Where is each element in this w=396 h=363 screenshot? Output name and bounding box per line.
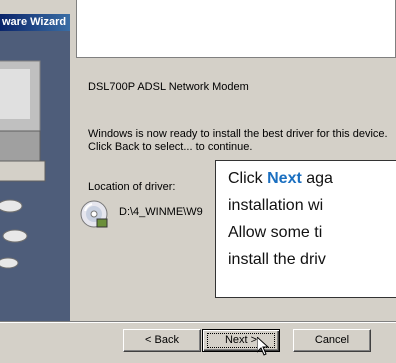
callout-line-2: installation wi — [228, 197, 324, 214]
ready-message: Windows is now ready to install the best… — [88, 128, 388, 153]
instruction-callout: Click Next aga installation wi Allow som… — [215, 160, 396, 298]
cancel-button[interactable]: Cancel — [293, 329, 371, 352]
wizard-header-panel — [76, 0, 396, 58]
window-title: ware Wizard — [0, 14, 70, 31]
callout-line-3: Allow some ti — [228, 224, 323, 241]
driver-path: D:\4_WINME\W9 — [119, 206, 203, 218]
mouse-pointer-icon — [257, 337, 269, 356]
callout-text: Click — [228, 170, 268, 187]
computer-illustration-icon — [0, 31, 70, 321]
callout-next-highlight: Next — [267, 170, 302, 187]
callout-line-1: Click Next aga — [228, 167, 396, 191]
callout-line-4: install the driv — [228, 251, 326, 268]
device-name: DSL700P ADSL Network Modem — [88, 81, 249, 93]
location-label: Location of driver: — [88, 181, 176, 193]
back-button[interactable]: < Back — [123, 329, 201, 352]
button-divider — [0, 321, 396, 323]
callout-text: aga — [301, 170, 333, 187]
cd-disc-icon — [80, 200, 108, 228]
wizard-side-illustration — [0, 31, 70, 321]
